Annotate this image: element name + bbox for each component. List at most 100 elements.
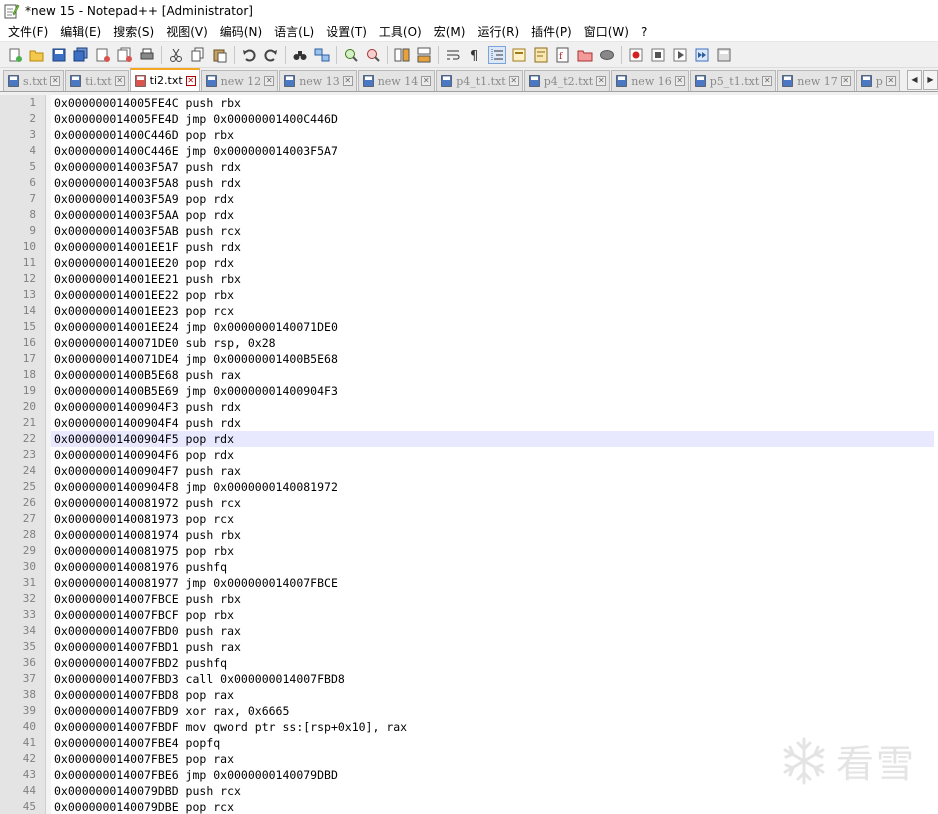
save-all-button[interactable]	[72, 46, 90, 64]
print-button[interactable]	[138, 46, 156, 64]
paste-button[interactable]	[211, 46, 229, 64]
editor-line[interactable]: 24 0x00000001400904F7 push rax	[0, 463, 938, 479]
zoom-out-button[interactable]	[364, 46, 382, 64]
editor-line[interactable]: 12 0x000000014001EE21 push rbx	[0, 271, 938, 287]
macro-save-button[interactable]	[715, 46, 733, 64]
editor-line[interactable]: 38 0x000000014007FBD8 pop rax	[0, 687, 938, 703]
tab-close-button[interactable]: ✕	[840, 76, 851, 86]
udl-button[interactable]	[510, 46, 528, 64]
menu-item-9[interactable]: 运行(R)	[471, 22, 525, 42]
menu-item-1[interactable]: 编辑(E)	[54, 22, 107, 42]
tab-11[interactable]: p ✕	[855, 70, 900, 91]
editor-line[interactable]: 18 0x00000001400B5E68 push rax	[0, 367, 938, 383]
editor-line[interactable]: 22 0x00000001400904F5 pop rdx	[0, 431, 938, 447]
sync-h-button[interactable]	[415, 46, 433, 64]
macro-play-button[interactable]	[671, 46, 689, 64]
menu-item-3[interactable]: 视图(V)	[160, 22, 214, 42]
editor-pane[interactable]: 1 0x000000014005FE4C push rbx 2 0x000000014…	[0, 95, 938, 814]
menu-item-5[interactable]: 语言(L)	[268, 22, 320, 42]
menu-item-10[interactable]: 插件(P)	[525, 22, 578, 42]
close-all-button[interactable]	[116, 46, 134, 64]
tab-close-button[interactable]: ✕	[596, 76, 607, 86]
editor-lines[interactable]: 1 0x000000014005FE4C push rbx 2 0x000000014…	[0, 95, 938, 814]
editor-line[interactable]: 11 0x000000014001EE20 pop rdx	[0, 255, 938, 271]
undo-button[interactable]	[240, 46, 258, 64]
tab-1[interactable]: ti.txt ✕	[65, 70, 129, 91]
editor-line[interactable]: 7 0x000000014003F5A9 pop rdx	[0, 191, 938, 207]
find-button[interactable]	[291, 46, 309, 64]
editor-line[interactable]: 27 0x0000000140081973 pop rcx	[0, 511, 938, 527]
show-all-chars-button[interactable]: ¶	[466, 46, 484, 64]
tab-scroll-right-button[interactable]: ▶	[923, 70, 938, 90]
tab-9[interactable]: p5_t1.txt ✕	[689, 70, 777, 91]
tab-close-button[interactable]: ✕	[762, 76, 773, 86]
close-button[interactable]	[94, 46, 112, 64]
tab-5[interactable]: new 14 ✕	[357, 70, 436, 91]
editor-line[interactable]: 16 0x0000000140071DE0 sub rsp, 0x28	[0, 335, 938, 351]
editor-line[interactable]: 19 0x00000001400B5E69 jmp 0x0000000140090…	[0, 383, 938, 399]
editor-line[interactable]: 32 0x000000014007FBCE push rbx	[0, 591, 938, 607]
macro-play-multi-button[interactable]	[693, 46, 711, 64]
editor-line[interactable]: 5 0x000000014003F5A7 push rdx	[0, 159, 938, 175]
editor-line[interactable]: 3 0x00000001400C446D pop rbx	[0, 127, 938, 143]
editor-line[interactable]: 9 0x000000014003F5AB push rcx	[0, 223, 938, 239]
menu-item-8[interactable]: 宏(M)	[428, 22, 472, 42]
editor-line[interactable]: 36 0x000000014007FBD2 pushfq	[0, 655, 938, 671]
tab-close-button[interactable]: ✕	[885, 76, 896, 86]
editor-line[interactable]: 8 0x000000014003F5AA pop rdx	[0, 207, 938, 223]
tab-scroll-left-button[interactable]: ◀	[907, 70, 922, 90]
tab-10[interactable]: new 17 ✕	[777, 70, 855, 91]
indent-guide-button[interactable]	[488, 45, 506, 64]
tab-4[interactable]: new 13 ✕	[279, 70, 357, 91]
editor-line[interactable]: 39 0x000000014007FBD9 xor rax, 0x6665	[0, 703, 938, 719]
editor-line[interactable]: 28 0x0000000140081974 push rbx	[0, 527, 938, 543]
editor-line[interactable]: 30 0x0000000140081976 pushfq	[0, 559, 938, 575]
save-button[interactable]	[50, 46, 68, 64]
zoom-in-button[interactable]	[342, 46, 360, 64]
editor-line[interactable]: 23 0x00000001400904F6 pop rdx	[0, 447, 938, 463]
tab-3[interactable]: new 12 ✕	[200, 70, 279, 91]
editor-line[interactable]: 6 0x000000014003F5A8 push rdx	[0, 175, 938, 191]
editor-line[interactable]: 21 0x00000001400904F4 push rdx	[0, 415, 938, 431]
editor-line[interactable]: 26 0x0000000140081972 push rcx	[0, 495, 938, 511]
menu-item-11[interactable]: 窗口(W)	[578, 22, 635, 42]
folder-as-workspace-button[interactable]	[576, 46, 594, 64]
menu-item-6[interactable]: 设置(T)	[320, 22, 373, 42]
editor-line[interactable]: 34 0x000000014007FBD0 push rax	[0, 623, 938, 639]
editor-line[interactable]: 20 0x00000001400904F3 push rdx	[0, 399, 938, 415]
macro-record-button[interactable]	[627, 46, 645, 64]
editor-line[interactable]: 14 0x000000014001EE23 pop rcx	[0, 303, 938, 319]
editor-line[interactable]: 17 0x0000000140071DE4 jmp 0x00000001400B5…	[0, 351, 938, 367]
tab-close-button[interactable]: ✕	[50, 76, 61, 86]
menu-item-0[interactable]: 文件(F)	[2, 22, 54, 42]
editor-line[interactable]: 4 0x00000001400C446E jmp 0x000000014003F5…	[0, 143, 938, 159]
tab-close-button[interactable]: ✕	[342, 76, 353, 86]
replace-button[interactable]	[313, 46, 331, 64]
sync-v-button[interactable]	[393, 46, 411, 64]
tab-close-button[interactable]: ✕	[508, 76, 519, 86]
tab-close-button[interactable]: ✕	[114, 76, 125, 86]
open-file-button[interactable]	[28, 46, 46, 64]
editor-line[interactable]: 37 0x000000014007FBD3 call 0x000000014007…	[0, 671, 938, 687]
tab-6[interactable]: p4_t1.txt ✕	[436, 70, 523, 91]
editor-line[interactable]: 15 0x000000014001EE24 jmp 0x0000000140071…	[0, 319, 938, 335]
function-list-button[interactable]: f	[554, 46, 572, 64]
tab-0[interactable]: s.txt ✕	[3, 70, 65, 91]
redo-button[interactable]	[262, 46, 280, 64]
menu-item-2[interactable]: 搜索(S)	[107, 22, 160, 42]
tab-2[interactable]: ti2.txt ✕	[129, 68, 200, 91]
copy-button[interactable]	[189, 46, 207, 64]
monitoring-button[interactable]	[598, 46, 616, 64]
editor-line[interactable]: 2 0x000000014005FE4D jmp 0x00000001400C44…	[0, 111, 938, 127]
editor-line[interactable]: 10 0x000000014001EE1F push rdx	[0, 239, 938, 255]
menu-item-12[interactable]: ?	[635, 22, 653, 42]
tab-7[interactable]: p4_t2.txt ✕	[523, 70, 611, 91]
menu-item-7[interactable]: 工具(O)	[373, 22, 428, 42]
tab-close-button[interactable]: ✕	[264, 76, 275, 86]
editor-line[interactable]: 31 0x0000000140081977 jmp 0x000000014007F…	[0, 575, 938, 591]
editor-line[interactable]: 13 0x000000014001EE22 pop rbx	[0, 287, 938, 303]
editor-line[interactable]: 25 0x00000001400904F8 jmp 0x0000000140081…	[0, 479, 938, 495]
cut-button[interactable]	[167, 46, 185, 64]
menu-item-4[interactable]: 编码(N)	[214, 22, 268, 42]
editor-line[interactable]: 1 0x000000014005FE4C push rbx	[0, 95, 938, 111]
